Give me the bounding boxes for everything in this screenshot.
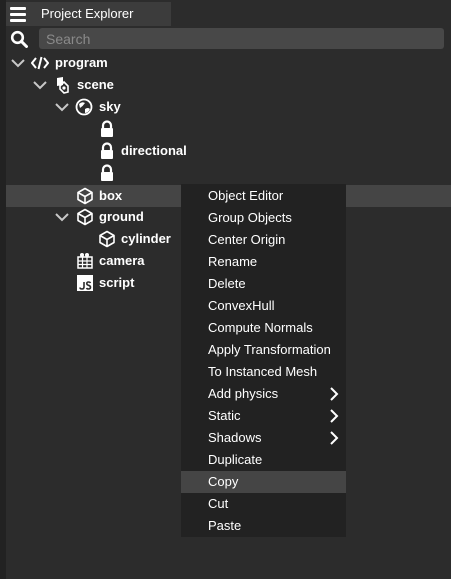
chevron-down-icon[interactable] [32,77,48,93]
tree-item-lock[interactable] [6,162,451,184]
menu-item-label: Shadows [208,430,262,445]
menu-item-object-editor[interactable]: Object Editor [181,185,346,207]
tree-item-label: program [55,55,108,70]
tree-item-label: sky [99,99,121,114]
menu-item-label: Duplicate [208,452,263,467]
cube-icon [77,208,93,226]
chevron-right-icon [330,409,339,423]
scene-icon [57,77,69,94]
menu-item-compute-normals[interactable]: Compute Normals [181,317,346,339]
tree-item-sky[interactable]: sky [6,96,451,118]
menu-item-label: Apply Transformation [208,342,331,357]
tree-item-label: script [99,275,135,290]
menu-item-label: Object Editor [208,188,284,203]
chevron-down-icon[interactable] [10,55,26,71]
menu-item-label: Paste [208,518,242,533]
menu-item-label: Rename [208,254,258,269]
hamburger-menu-icon[interactable] [10,6,26,22]
menu-item-group-objects[interactable]: Group Objects [181,207,346,229]
chevron-right-icon [330,387,339,401]
menu-item-add-physics[interactable]: Add physics [181,383,346,405]
lock-icon [101,164,113,181]
menu-item-label: ConvexHull [208,298,275,313]
cube-icon [99,230,115,248]
tree-item-label: scene [77,77,114,92]
menu-item-convexhull[interactable]: ConvexHull [181,295,346,317]
menu-item-label: To Instanced Mesh [208,364,318,379]
menu-item-center-origin[interactable]: Center Origin [181,229,346,251]
lock-icon [101,142,113,159]
tree-item-label: ground [99,209,144,224]
js-icon [77,275,93,291]
context-menu: Object Editor Group Objects Center Origi… [181,184,346,537]
panel-header-tab: Project Explorer [6,2,171,26]
menu-item-label: Group Objects [208,210,292,225]
lock-icon [101,120,113,137]
code-icon [31,56,49,70]
chevron-down-icon[interactable] [54,209,70,225]
menu-item-apply-transformation[interactable]: Apply Transformation [181,339,346,361]
menu-item-label: Cut [208,496,229,511]
menu-item-static[interactable]: Static [181,405,346,427]
tree-item-scene[interactable]: scene [6,74,451,96]
tree-item-label: camera [99,253,145,268]
sky-sphere-icon [75,98,93,116]
menu-item-label: Add physics [208,386,279,401]
menu-item-cut[interactable]: Cut [181,493,346,515]
chevron-right-icon [330,431,339,445]
menu-item-delete[interactable]: Delete [181,273,346,295]
chevron-down-icon[interactable] [54,99,70,115]
tree-item-directional[interactable]: directional [6,140,451,162]
menu-item-shadows[interactable]: Shadows [181,427,346,449]
menu-item-label: Compute Normals [208,320,313,335]
search-icon [10,30,28,48]
search-input[interactable] [39,28,444,49]
menu-item-copy[interactable]: Copy [181,471,346,493]
tree-item-label: directional [121,143,187,158]
tree-item-label: cylinder [121,231,171,246]
menu-item-label: Center Origin [208,232,286,247]
camera-icon [77,253,93,269]
menu-item-paste[interactable]: Paste [181,515,346,537]
tree-item-label: box [99,188,123,203]
tree-item-program[interactable]: program [6,52,451,74]
tree-item-lock[interactable] [6,118,451,140]
cube-icon [77,187,93,205]
menu-item-duplicate[interactable]: Duplicate [181,449,346,471]
menu-item-label: Copy [208,474,239,489]
panel-title: Project Explorer [41,6,134,21]
menu-item-label: Delete [208,276,246,291]
menu-item-to-instanced-mesh[interactable]: To Instanced Mesh [181,361,346,383]
menu-item-rename[interactable]: Rename [181,251,346,273]
menu-item-label: Static [208,408,241,423]
